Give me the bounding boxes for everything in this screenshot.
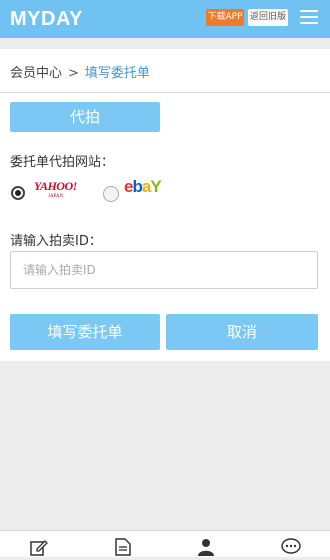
site-logo[interactable]: MYDAY (10, 8, 83, 31)
breadcrumb-current: 填写委托单 (84, 66, 150, 81)
radio-ebay[interactable] (103, 186, 119, 202)
hamburger-menu-icon[interactable] (300, 10, 318, 26)
divider (0, 92, 330, 93)
chat-icon[interactable] (281, 538, 301, 560)
edit-icon[interactable] (30, 538, 48, 560)
user-icon[interactable] (198, 538, 214, 560)
site-label: 委托单代拍网站： (10, 155, 115, 170)
main-content: 会员中心 > 填写委托单 代拍 委托单代拍网站： YAHOO! JAPAN ebaY… (0, 49, 330, 361)
breadcrumb: 会员中心 > 填写委托单 (10, 62, 150, 81)
document-icon[interactable] (115, 538, 131, 560)
auction-id-label: 请输入拍卖ID： (10, 234, 102, 249)
bottom-nav (0, 530, 330, 557)
radio-yahoo[interactable] (11, 186, 25, 200)
cancel-button[interactable]: 取消 (166, 314, 318, 350)
breadcrumb-home[interactable]: 会员中心 (10, 66, 62, 81)
yahoo-logo-subtext: JAPAN (48, 194, 64, 199)
download-app-button[interactable]: 下载APP (206, 9, 244, 26)
tab-agent-bid[interactable]: 代拍 (10, 102, 160, 132)
auction-id-input[interactable] (10, 251, 318, 289)
submit-order-button[interactable]: 填写委托单 (10, 314, 160, 350)
top-header: MYDAY 下载APP 返回旧版 (0, 0, 330, 38)
breadcrumb-separator: > (68, 66, 79, 81)
yahoo-logo-text: YAHOO! (34, 179, 77, 193)
yahoo-logo[interactable]: YAHOO! JAPAN (34, 179, 77, 199)
old-version-button[interactable]: 返回旧版 (248, 9, 288, 26)
ebay-logo[interactable]: ebaY (124, 177, 162, 197)
